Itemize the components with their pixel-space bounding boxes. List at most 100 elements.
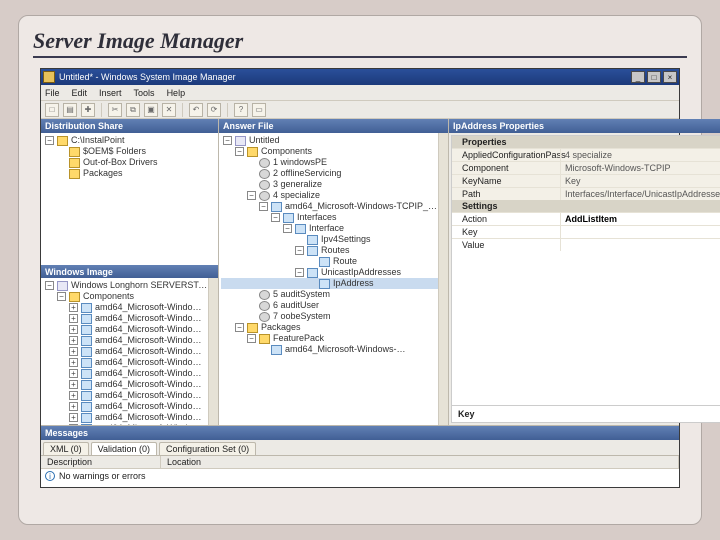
menu-help[interactable]: Help	[167, 88, 186, 98]
expander-icon[interactable]: −	[295, 246, 304, 255]
toolbar-delete-icon[interactable]: ✕	[162, 103, 176, 117]
toolbar-about-icon[interactable]: ▭	[252, 103, 266, 117]
tree-node[interactable]: 7 oobeSystem	[273, 311, 331, 322]
expander-icon[interactable]: −	[259, 202, 268, 211]
scrollbar[interactable]	[438, 133, 448, 425]
tree-node[interactable]: amd64_Microsoft-Windows-Deplc…	[95, 313, 208, 324]
close-button[interactable]: ×	[663, 71, 677, 83]
tree-node[interactable]: Untitled	[249, 135, 280, 146]
answer-file-tree[interactable]: −Untitled −Components 1 windowsPE 2 offl…	[219, 133, 438, 425]
messages-col-location[interactable]: Location	[161, 456, 679, 468]
expander-icon[interactable]: +	[69, 303, 78, 312]
expander-icon[interactable]: +	[69, 336, 78, 345]
menu-insert[interactable]: Insert	[99, 88, 122, 98]
messages-tab-configset[interactable]: Configuration Set (0)	[159, 442, 256, 455]
messages-col-description[interactable]: Description	[41, 456, 161, 468]
expander-icon[interactable]: −	[45, 136, 54, 145]
tree-node[interactable]: amd64_Microsoft-Windows-DNS-…	[95, 335, 208, 346]
toolbar-save-icon[interactable]: ✚	[81, 103, 95, 117]
tree-node[interactable]: amd64_Microsoft-Windows-…	[285, 344, 406, 355]
tree-node-selected[interactable]: IpAddress	[333, 278, 374, 289]
toolbar-new-icon[interactable]: □	[45, 103, 59, 117]
minimize-button[interactable]: _	[631, 71, 645, 83]
tree-node[interactable]: amd64_Microsoft-Windows-IE-Inte…	[95, 390, 208, 401]
messages-tab-validation[interactable]: Validation (0)	[91, 442, 157, 455]
component-icon	[81, 325, 92, 335]
prop-value[interactable]: AddListItem	[560, 213, 720, 225]
tree-node[interactable]: Components	[261, 146, 312, 157]
windows-image-tree[interactable]: −Windows Longhorn SERVERSTANDARD −Compon…	[41, 278, 208, 425]
toolbar-cut-icon[interactable]: ✂	[108, 103, 122, 117]
tree-node[interactable]: Ipv4Settings	[321, 234, 371, 245]
tree-node[interactable]: 3 generalize	[273, 179, 322, 190]
tree-node[interactable]: amd64_Microsoft-Windows-IE-ES…	[95, 379, 208, 390]
properties-category[interactable]: Properties	[452, 136, 720, 148]
tree-node[interactable]: amd64_Microsoft-Windows-Brow…	[95, 302, 208, 313]
tree-node[interactable]: Packages	[261, 322, 301, 333]
tree-node[interactable]: 1 windowsPE	[273, 157, 327, 168]
properties-category[interactable]: Settings	[452, 200, 720, 212]
tree-node[interactable]: amd64_Microsoft-Windows-Intern…	[95, 401, 208, 412]
expander-icon[interactable]: −	[57, 292, 66, 301]
expander-icon[interactable]: +	[69, 413, 78, 422]
tree-node[interactable]: 6 auditUser	[273, 300, 319, 311]
expander-icon[interactable]: +	[69, 347, 78, 356]
expander-icon[interactable]: −	[295, 268, 304, 277]
tree-node[interactable]: 4 specialize	[273, 190, 320, 201]
menu-edit[interactable]: Edit	[72, 88, 88, 98]
tree-node[interactable]: $OEM$ Folders	[83, 146, 146, 157]
tree-node[interactable]: amd64_Microsoft-Windows-Fax-S…	[95, 357, 208, 368]
tree-node[interactable]: amd64_Microsoft-Windows-IE-Clie…	[95, 368, 208, 379]
expander-icon[interactable]: −	[283, 224, 292, 233]
tree-node[interactable]: 5 auditSystem	[273, 289, 330, 300]
menu-tools[interactable]: Tools	[134, 88, 155, 98]
distribution-share-tree[interactable]: − C:\InstalPoint $OEM$ Folders Out-of-Box…	[41, 133, 218, 265]
tree-node[interactable]: Packages	[83, 168, 123, 179]
tree-node[interactable]: Interface	[309, 223, 344, 234]
menu-file[interactable]: File	[45, 88, 60, 98]
tree-node[interactable]: amd64_Microsoft-Windows-TCPIP_neutral	[285, 201, 438, 212]
tree-node[interactable]: amd64_Microsoft-Windows-Intern…	[95, 412, 208, 423]
expander-icon[interactable]: −	[235, 323, 244, 332]
tree-node[interactable]: Out-of-Box Drivers	[83, 157, 158, 168]
toolbar-redo-icon[interactable]: ⟳	[207, 103, 221, 117]
tree-node[interactable]: Windows Longhorn SERVERSTANDARD	[71, 280, 208, 291]
expander-icon[interactable]: +	[69, 314, 78, 323]
tree-node[interactable]: 2 offlineServicing	[273, 168, 341, 179]
properties-grid[interactable]: Properties AppliedConfigurationPass4 spe…	[451, 135, 720, 423]
tree-node[interactable]: Interfaces	[297, 212, 337, 223]
component-icon	[81, 303, 92, 313]
expander-icon[interactable]: +	[69, 358, 78, 367]
toolbar-paste-icon[interactable]: ▣	[144, 103, 158, 117]
expander-icon[interactable]: −	[247, 191, 256, 200]
tree-node[interactable]: amd64_Microsoft-Windows-ErrorR…	[95, 346, 208, 357]
app-window: Untitled* - Windows System Image Manager…	[40, 68, 680, 488]
pass-icon	[259, 180, 270, 190]
expander-icon[interactable]: +	[69, 369, 78, 378]
tree-node[interactable]: amd64_Microsoft-Windows-Disk-I…	[95, 324, 208, 335]
expander-icon[interactable]: −	[247, 334, 256, 343]
toolbar-undo-icon[interactable]: ↶	[189, 103, 203, 117]
toolbar-open-icon[interactable]: ▤	[63, 103, 77, 117]
expander-icon[interactable]: +	[69, 380, 78, 389]
maximize-button[interactable]: □	[647, 71, 661, 83]
messages-tab-xml[interactable]: XML (0)	[43, 442, 89, 455]
scrollbar[interactable]	[208, 278, 218, 425]
expander-icon[interactable]: +	[69, 391, 78, 400]
expander-icon[interactable]: +	[69, 325, 78, 334]
toolbar-help-icon[interactable]: ?	[234, 103, 248, 117]
tree-node[interactable]: Components	[83, 291, 134, 302]
expander-icon[interactable]: −	[271, 213, 280, 222]
expander-icon[interactable]: −	[235, 147, 244, 156]
tree-node[interactable]: Route	[333, 256, 357, 267]
prop-value[interactable]	[560, 226, 720, 238]
expander-icon[interactable]: −	[45, 281, 54, 290]
tree-node[interactable]: FeaturePack	[273, 333, 324, 344]
tree-node[interactable]: C:\InstalPoint	[71, 135, 125, 146]
tree-node[interactable]: Routes	[321, 245, 350, 256]
prop-value[interactable]	[560, 239, 720, 251]
expander-icon[interactable]: −	[223, 136, 232, 145]
expander-icon[interactable]: +	[69, 402, 78, 411]
toolbar-copy-icon[interactable]: ⧉	[126, 103, 140, 117]
tree-node[interactable]: UnicastIpAddresses	[321, 267, 401, 278]
